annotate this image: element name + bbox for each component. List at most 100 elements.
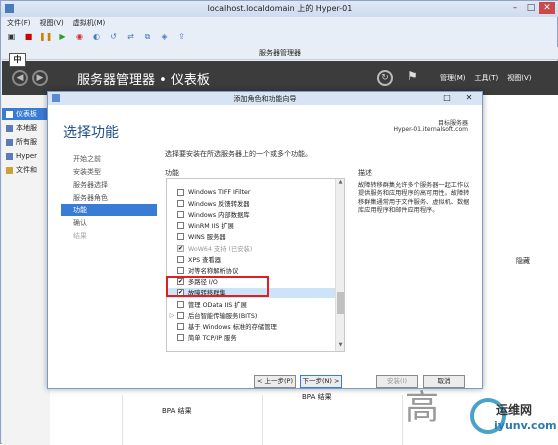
reset-icon[interactable]: ◉ bbox=[73, 31, 86, 43]
forward-arrow-icon[interactable]: ▶ bbox=[32, 70, 48, 86]
feature-row[interactable]: WINS 服务器 bbox=[167, 232, 335, 242]
feature-row[interactable]: WinRM IIS 扩展 bbox=[167, 221, 335, 231]
sidebar-item-file-services[interactable]: 文件和 bbox=[2, 164, 50, 176]
step-features[interactable]: 功能 bbox=[61, 204, 157, 216]
prev-button[interactable]: < 上一步(P) bbox=[254, 375, 296, 388]
wizard-close-button[interactable]: ✕ bbox=[462, 93, 476, 103]
feature-label: XPS 查看器 bbox=[188, 256, 222, 264]
servers-icon bbox=[6, 138, 13, 146]
feature-label: Windows TIFF IFilter bbox=[188, 188, 251, 196]
feature-checkbox[interactable] bbox=[177, 334, 184, 342]
revert-icon[interactable]: ↺ bbox=[107, 31, 120, 43]
connect-icon[interactable]: ⇄ bbox=[124, 31, 137, 43]
feature-checkbox[interactable] bbox=[177, 255, 184, 263]
menu-manage[interactable]: 管理(M) bbox=[440, 73, 466, 83]
step-installation-type[interactable]: 安装类型 bbox=[61, 166, 157, 178]
feature-row[interactable]: 管理 OData IIS 扩展 bbox=[167, 299, 335, 309]
notification-flag-icon[interactable]: ⚑ bbox=[407, 69, 418, 83]
ime-indicator[interactable]: 中 bbox=[9, 53, 26, 67]
pause-icon[interactable]: ❚❚ bbox=[39, 31, 52, 43]
back-arrow-icon[interactable]: ◀ bbox=[12, 70, 28, 86]
feature-label: 基于 Windows 标准的存储管理 bbox=[188, 323, 277, 331]
features-tree: Windows TIFF IFilter Windows 反馈转发器 Windows… bbox=[166, 178, 345, 352]
menu-view[interactable]: 视图(V) bbox=[507, 73, 531, 83]
feature-checkbox[interactable] bbox=[177, 266, 184, 274]
hide-link[interactable]: 隐藏 bbox=[516, 256, 530, 266]
feature-row[interactable]: 对等名称解析协议 bbox=[167, 265, 335, 275]
wizard-title: 添加角色和功能向导 bbox=[233, 95, 297, 103]
scroll-down-icon[interactable]: ▼ bbox=[336, 342, 344, 350]
maximize-button[interactable]: □ bbox=[523, 2, 539, 14]
page-title: 选择功能 bbox=[63, 125, 119, 141]
scrollbar-thumb[interactable] bbox=[337, 292, 344, 314]
feature-checkbox: ✔ bbox=[177, 244, 184, 252]
sidebar-item-all-servers[interactable]: 所有服 bbox=[2, 136, 50, 148]
start-icon[interactable]: ▶ bbox=[56, 31, 69, 43]
highlight-annotation bbox=[166, 276, 269, 297]
minimize-button[interactable]: – bbox=[507, 2, 523, 14]
server-icon bbox=[6, 124, 13, 132]
server-manager-titlebar: 服务器管理器 bbox=[2, 47, 558, 60]
feature-row[interactable]: XPS 查看器 bbox=[167, 254, 335, 264]
feature-label: Windows 反馈转发器 bbox=[188, 200, 250, 208]
feature-row[interactable]: 基于 Windows 标准的存储管理 bbox=[167, 321, 335, 331]
feature-row[interactable]: Windows TIFF IFilter bbox=[167, 187, 335, 197]
feature-row[interactable]: Windows 反馈转发器 bbox=[167, 198, 335, 208]
feature-row[interactable]: ✔ WoW64 支持 (已安装) bbox=[167, 243, 335, 253]
wizard-maximize-button[interactable]: □ bbox=[440, 93, 454, 103]
feature-checkbox[interactable] bbox=[177, 311, 184, 319]
vm-toolbar: ▣ ■ ❚❚ ▶ ◉ ◐ ↺ ⇄ ⧉ ◈ ⇪ bbox=[5, 31, 188, 45]
breadcrumb: 服务器管理器 • 仪表板 bbox=[77, 73, 210, 88]
vm-menu-file[interactable]: 文件(F) bbox=[7, 18, 31, 29]
server-manager-header: ◀ ▶ 服务器管理器 • 仪表板 ↻ ⚑ 管理(M) 工具(T) 视图(V) bbox=[2, 61, 558, 95]
sidebar-item-local-server[interactable]: 本地服 bbox=[2, 122, 50, 134]
feature-row[interactable]: 简单 TCP/IP 服务 bbox=[167, 333, 335, 343]
next-button[interactable]: 下一步(N) > bbox=[300, 375, 342, 388]
wizard-titlebar: 添加角色和功能向导 □ ✕ bbox=[48, 92, 482, 105]
feature-description: 故障转移群集允许多个服务器一起工作以提供服务和应用程序的高可用性。故障转移群集通… bbox=[358, 182, 470, 215]
tile-divider bbox=[402, 395, 403, 445]
feature-row[interactable]: Windows 内部数据库 bbox=[167, 209, 335, 219]
feature-checkbox[interactable] bbox=[177, 210, 184, 218]
step-confirmation[interactable]: 确认 bbox=[61, 217, 157, 229]
close-button[interactable]: ✕ bbox=[539, 2, 555, 14]
feature-row[interactable]: ▷ 后台智能传输服务(BITS) bbox=[167, 310, 335, 320]
vm-menu-machine[interactable]: 虚拟机(M) bbox=[73, 18, 106, 29]
file-services-icon bbox=[6, 166, 13, 174]
feature-checkbox[interactable] bbox=[177, 199, 184, 207]
ctrl-alt-del-icon[interactable]: ▣ bbox=[5, 31, 18, 43]
instruction-text: 选择要安装在所选服务器上的一个或多个功能。 bbox=[165, 150, 312, 158]
feature-checkbox[interactable] bbox=[177, 188, 184, 196]
feature-checkbox[interactable] bbox=[177, 322, 184, 330]
enhanced-session-icon[interactable]: ⧉ bbox=[141, 31, 154, 43]
watermark-site: iyunv.com bbox=[494, 419, 557, 432]
insert-disk-icon[interactable]: ◈ bbox=[158, 31, 171, 43]
menu-tools[interactable]: 工具(T) bbox=[475, 73, 499, 83]
feature-checkbox[interactable] bbox=[177, 300, 184, 308]
watermark-brand: 运维网 bbox=[496, 403, 533, 417]
feature-label: 管理 OData IIS 扩展 bbox=[188, 301, 247, 309]
sidebar-item-hyper-v[interactable]: Hyper bbox=[2, 150, 50, 162]
feature-checkbox[interactable] bbox=[177, 233, 184, 241]
expand-icon[interactable]: ▷ bbox=[167, 312, 177, 319]
vm-menu-view[interactable]: 视图(V) bbox=[40, 18, 64, 29]
stop-icon[interactable]: ■ bbox=[22, 31, 35, 43]
refresh-icon[interactable]: ↻ bbox=[377, 70, 393, 86]
step-server-roles[interactable]: 服务器角色 bbox=[61, 192, 157, 204]
destination-server-value: Hyper-01.iternalsoft.com bbox=[393, 126, 468, 133]
sidebar-item-dashboard[interactable]: 仪表板 bbox=[2, 108, 50, 120]
vm-title: localhost.localdomain 上的 Hyper-01 bbox=[207, 4, 353, 13]
feature-label: WinRM IIS 扩展 bbox=[188, 223, 234, 231]
step-server-selection[interactable]: 服务器选择 bbox=[61, 179, 157, 191]
snapshot-icon[interactable]: ◐ bbox=[90, 31, 103, 43]
step-results: 结果 bbox=[73, 232, 87, 240]
step-before-you-begin[interactable]: 开始之前 bbox=[61, 153, 157, 165]
feature-checkbox[interactable] bbox=[177, 222, 184, 230]
tile-divider bbox=[122, 395, 123, 445]
features-scrollbar[interactable]: ▲ ▼ bbox=[335, 179, 344, 351]
share-icon[interactable]: ⇪ bbox=[175, 31, 188, 43]
server-manager-title: 服务器管理器 bbox=[259, 49, 301, 57]
hyper-v-icon bbox=[6, 152, 13, 160]
scroll-up-icon[interactable]: ▲ bbox=[336, 179, 344, 187]
features-header: 功能 bbox=[165, 169, 179, 177]
